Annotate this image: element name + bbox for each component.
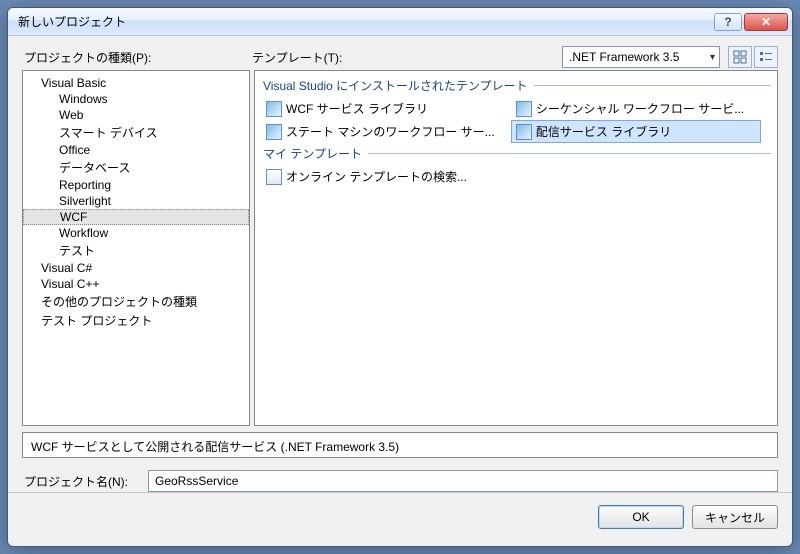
divider (534, 85, 771, 86)
project-name-label: プロジェクト名(N): (22, 473, 142, 490)
tree-node[interactable]: その他のプロジェクトの種類 (23, 292, 249, 311)
ok-button[interactable]: OK (598, 505, 684, 529)
large-icons-button[interactable] (728, 46, 752, 68)
framework-selected: .NET Framework 3.5 (569, 50, 679, 64)
header-row: プロジェクトの種類(P): テンプレート(T): .NET Framework … (22, 46, 778, 68)
tree-node[interactable]: Web (23, 107, 249, 123)
close-button[interactable]: ✕ (744, 13, 788, 31)
tree-node[interactable]: Windows (23, 91, 249, 107)
tree-node[interactable]: Visual C# (23, 260, 249, 276)
my-templates-header: マイ テンプレート (261, 143, 771, 165)
small-icons-button[interactable] (754, 46, 778, 68)
tree-node[interactable]: Visual Basic (23, 75, 249, 91)
ok-button-label: OK (632, 510, 649, 524)
template-item-label: オンライン テンプレートの検索... (286, 168, 467, 185)
cancel-button[interactable]: キャンセル (692, 505, 778, 529)
project-name-input[interactable] (148, 470, 778, 492)
project-types-label: プロジェクトの種類(P): (22, 49, 250, 66)
search-icon (266, 169, 282, 185)
my-templates-header-text: マイ テンプレート (263, 145, 362, 162)
dialog-body: プロジェクトの種類(P): テンプレート(T): .NET Framework … (8, 36, 792, 492)
template-item[interactable]: シーケンシャル ワークフロー サービ... (511, 97, 761, 120)
template-list[interactable]: Visual Studio にインストールされたテンプレート WCF サービス … (254, 70, 778, 426)
tree-node[interactable]: Silverlight (23, 193, 249, 209)
tree-node[interactable]: テスト プロジェクト (23, 311, 249, 330)
template-description: WCF サービスとして公開される配信サービス (.NET Framework 3… (22, 432, 778, 458)
new-project-dialog: 新しいプロジェクト ? ✕ プロジェクトの種類(P): テンプレート(T): .… (7, 7, 793, 547)
project-type-tree[interactable]: Visual BasicWindowsWebスマート デバイスOfficeデータ… (22, 70, 250, 426)
template-item[interactable]: ステート マシンのワークフロー サー... (261, 120, 511, 143)
tree-node[interactable]: WCF (23, 209, 249, 225)
dialog-footer: OK キャンセル (8, 492, 792, 546)
large-icons-icon (733, 50, 747, 64)
templates-label: テンプレート(T): (250, 49, 562, 66)
template-item[interactable]: 配信サービス ライブラリ (511, 120, 761, 143)
tree-node[interactable]: Office (23, 142, 249, 158)
divider (368, 153, 771, 154)
template-icon (266, 124, 282, 140)
my-templates-grid: オンライン テンプレートの検索... (261, 165, 771, 188)
template-item[interactable]: WCF サービス ライブラリ (261, 97, 511, 120)
cancel-button-label: キャンセル (705, 509, 765, 526)
window-title: 新しいプロジェクト (18, 13, 712, 30)
template-icon (516, 101, 532, 117)
small-icons-icon (759, 50, 773, 64)
framework-combo[interactable]: .NET Framework 3.5 ▾ (562, 46, 720, 68)
template-item-label: ステート マシンのワークフロー サー... (286, 123, 495, 140)
installed-templates-header-text: Visual Studio にインストールされたテンプレート (263, 77, 528, 94)
template-item-label: WCF サービス ライブラリ (286, 100, 428, 117)
template-icon (266, 101, 282, 117)
template-item[interactable]: オンライン テンプレートの検索... (261, 165, 511, 188)
tree-node[interactable]: スマート デバイス (23, 123, 249, 142)
tree-node[interactable]: Visual C++ (23, 276, 249, 292)
chevron-down-icon: ▾ (710, 52, 715, 63)
panes: Visual BasicWindowsWebスマート デバイスOfficeデータ… (22, 70, 778, 426)
installed-templates-grid: WCF サービス ライブラリ シーケンシャル ワークフロー サービ... ステート … (261, 97, 771, 143)
tree-node[interactable]: データベース (23, 158, 249, 177)
titlebar: 新しいプロジェクト ? ✕ (8, 8, 792, 36)
template-item-label: 配信サービス ライブラリ (536, 123, 671, 140)
installed-templates-header: Visual Studio にインストールされたテンプレート (261, 75, 771, 97)
help-button[interactable]: ? (714, 13, 742, 31)
template-icon (516, 124, 532, 140)
tree-node[interactable]: Workflow (23, 225, 249, 241)
tree-node[interactable]: テスト (23, 241, 249, 260)
template-item-label: シーケンシャル ワークフロー サービ... (536, 100, 744, 117)
project-name-row: プロジェクト名(N): (22, 470, 778, 492)
tree-node[interactable]: Reporting (23, 177, 249, 193)
